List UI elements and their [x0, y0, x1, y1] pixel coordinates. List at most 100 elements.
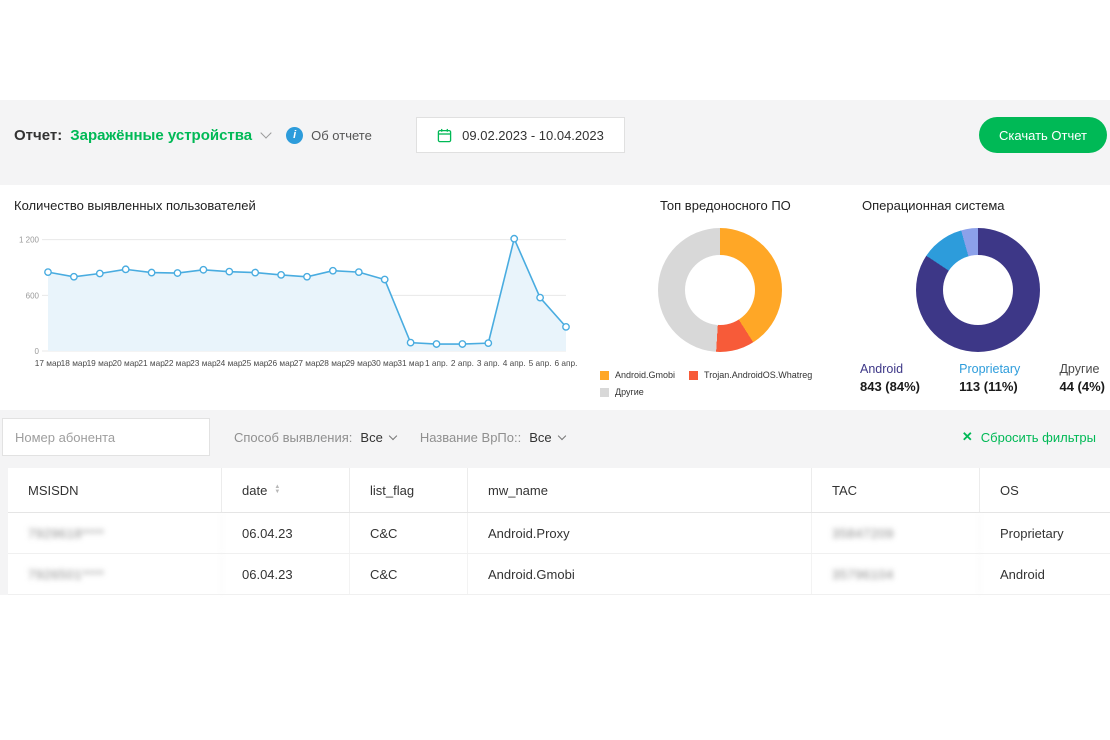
- os-chart-title: Операционная система: [862, 198, 1005, 213]
- svg-text:1 апр.: 1 апр.: [425, 358, 448, 368]
- malware-filter-value: Все: [529, 430, 551, 445]
- svg-text:18 мар: 18 мар: [61, 358, 88, 368]
- os-stat: Proprietary 113 (11%): [959, 362, 1020, 394]
- malware-donut-chart: [658, 228, 782, 352]
- column-header-label: mw_name: [488, 483, 548, 498]
- date-range-text: 09.02.2023 - 10.04.2023: [462, 128, 604, 143]
- svg-text:4 апр.: 4 апр.: [503, 358, 526, 368]
- dashboard-page: Отчет: Заражённые устройства i Об отчете: [0, 0, 1110, 740]
- svg-text:28 мар: 28 мар: [320, 358, 347, 368]
- svg-text:20 мар: 20 мар: [112, 358, 139, 368]
- svg-text:23 мар: 23 мар: [190, 358, 217, 368]
- table-body: 7929618****06.04.23C&CAndroid.Proxy35847…: [8, 513, 1110, 595]
- results-table: MSISDN date ▲▼ list_flag mw_name TAC OS 792961…: [8, 468, 1110, 595]
- svg-text:2 апр.: 2 апр.: [451, 358, 474, 368]
- report-selector-group: Отчет: Заражённые устройства i Об отчете: [14, 100, 372, 170]
- svg-text:0: 0: [35, 347, 40, 356]
- table-row: 7926501****06.04.23C&CAndroid.Gmobi35796…: [8, 554, 1110, 595]
- table-cell-tac: 35796104: [812, 554, 980, 594]
- svg-text:1 200: 1 200: [19, 236, 40, 245]
- legend-item: Другие: [600, 387, 644, 397]
- os-stat: Android 843 (84%): [860, 362, 920, 394]
- users-chart-title: Количество выявленных пользователей: [14, 198, 256, 213]
- table-cell-mw_name: Android.Gmobi: [468, 554, 812, 594]
- table-cell-msisdn: 7929618****: [8, 513, 222, 553]
- reset-filters-button[interactable]: ✕ Сбросить фильтры: [962, 429, 1096, 445]
- column-header-label: OS: [1000, 483, 1019, 498]
- legend-color-swatch: [600, 388, 609, 397]
- chevron-down-icon: [557, 431, 565, 439]
- report-label: Отчет:: [14, 127, 62, 144]
- table-cell-tac: 35847209: [812, 513, 980, 553]
- os-donut-chart: [916, 228, 1040, 352]
- column-header-date[interactable]: date ▲▼: [222, 468, 350, 512]
- calendar-icon: [437, 128, 452, 143]
- users-line-chart: 06001 20017 мар18 мар19 мар20 мар21 мар2…: [0, 223, 600, 375]
- os-stat-label: Proprietary: [959, 362, 1020, 376]
- svg-text:30 мар: 30 мар: [371, 358, 398, 368]
- table-row: 7929618****06.04.23C&CAndroid.Proxy35847…: [8, 513, 1110, 554]
- table-cell-date: 06.04.23: [222, 513, 350, 553]
- os-stat: Другие44 (4%): [1059, 362, 1105, 394]
- download-report-button[interactable]: Скачать Отчет: [979, 117, 1107, 153]
- svg-text:3 апр.: 3 апр.: [477, 358, 500, 368]
- svg-text:26 мар: 26 мар: [268, 358, 295, 368]
- clear-x-icon: ✕: [962, 429, 973, 445]
- column-header-label: list_flag: [370, 483, 414, 498]
- malware-filter-dropdown[interactable]: Все: [529, 430, 564, 445]
- column-header-list_flag: list_flag: [350, 468, 468, 512]
- report-header: Отчет: Заражённые устройства i Об отчете: [0, 100, 1110, 170]
- charts-panel: Количество выявленных пользователей Топ …: [0, 185, 1110, 410]
- column-header-label: MSISDN: [28, 483, 79, 498]
- svg-text:600: 600: [26, 291, 40, 300]
- column-header-mw_name: mw_name: [468, 468, 812, 512]
- os-stat-value: 843 (84%): [860, 379, 920, 394]
- column-header-label: TAC: [832, 483, 857, 498]
- about-report-button[interactable]: i Об отчете: [286, 127, 372, 144]
- report-name: Заражённые устройства: [70, 127, 252, 144]
- detection-filter-value: Все: [360, 430, 382, 445]
- chevron-down-icon: [389, 431, 397, 439]
- sort-icon[interactable]: ▲▼: [274, 485, 280, 495]
- subscriber-search-box[interactable]: [2, 418, 210, 456]
- legend-color-swatch: [689, 371, 698, 380]
- column-header-label: date: [242, 483, 267, 498]
- legend-label: Trojan.AndroidOS.Whatreg: [704, 370, 812, 380]
- svg-text:21 мар: 21 мар: [138, 358, 165, 368]
- table-cell-os: Android: [980, 554, 1110, 594]
- svg-text:22 мар: 22 мар: [164, 358, 191, 368]
- chevron-down-icon: [260, 127, 271, 138]
- malware-legend: Android.Gmobi Trojan.AndroidOS.Whatreg Дру…: [600, 370, 836, 397]
- table-cell-mw_name: Android.Proxy: [468, 513, 812, 553]
- legend-item: Trojan.AndroidOS.Whatreg: [689, 370, 812, 380]
- legend-color-swatch: [600, 371, 609, 380]
- os-stat-value: 113 (11%): [959, 379, 1020, 394]
- os-stat-label: Другие: [1059, 362, 1105, 376]
- detection-filter-label: Способ выявления:: [234, 430, 352, 445]
- info-icon: i: [286, 127, 303, 144]
- legend-label: Android.Gmobi: [615, 370, 675, 380]
- detection-filter-dropdown[interactable]: Все: [360, 430, 395, 445]
- legend-label: Другие: [615, 387, 644, 397]
- svg-text:6 апр.: 6 апр.: [555, 358, 578, 368]
- table-header: MSISDN date ▲▼ list_flag mw_name TAC OS: [8, 468, 1110, 513]
- malware-chart-title: Топ вредоносного ПО: [660, 198, 791, 213]
- table-cell-list_flag: C&C: [350, 554, 468, 594]
- date-range-picker[interactable]: 09.02.2023 - 10.04.2023: [416, 117, 625, 153]
- column-header-msisdn: MSISDN: [8, 468, 222, 512]
- search-input[interactable]: [15, 430, 191, 445]
- report-select-dropdown[interactable]: Заражённые устройства: [70, 127, 270, 144]
- svg-text:24 мар: 24 мар: [216, 358, 243, 368]
- svg-text:29 мар: 29 мар: [346, 358, 373, 368]
- os-stat-label: Android: [860, 362, 920, 376]
- malware-filter-label: Название ВрПо::: [420, 430, 521, 445]
- legend-item: Android.Gmobi: [600, 370, 675, 380]
- svg-text:27 мар: 27 мар: [294, 358, 321, 368]
- table-cell-msisdn: 7926501****: [8, 554, 222, 594]
- column-header-tac: TAC: [812, 468, 980, 512]
- os-stats: Android 843 (84%) Proprietary 113 (11%) Друг…: [860, 362, 1105, 394]
- column-header-os: OS: [980, 468, 1110, 512]
- table-cell-list_flag: C&C: [350, 513, 468, 553]
- report-section: Отчет: Заражённые устройства i Об отчете: [0, 100, 1110, 595]
- svg-text:19 мар: 19 мар: [87, 358, 114, 368]
